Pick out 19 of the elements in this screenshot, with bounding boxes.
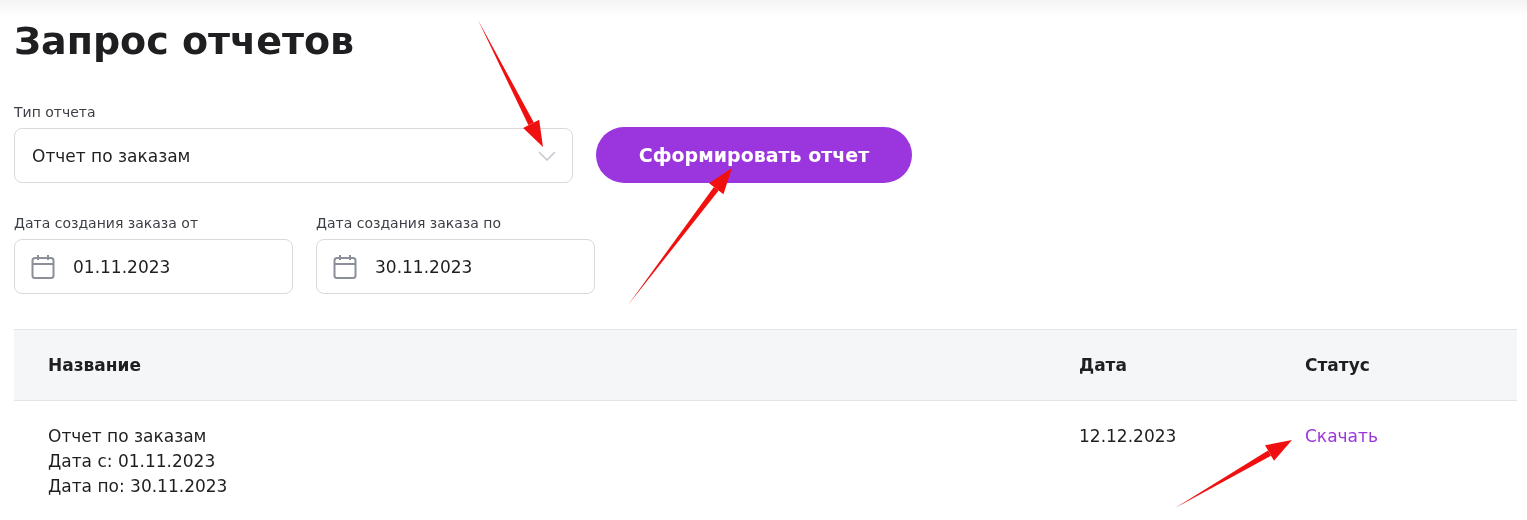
column-header: Статус <box>1305 355 1371 375</box>
calendar-icon <box>31 253 55 280</box>
column-header: Название <box>47 355 142 375</box>
date-field[interactable]: 01.11.2023 <box>14 239 293 294</box>
download-link[interactable]: Скачать <box>1305 426 1378 446</box>
field-label: Дата создания заказа по <box>316 215 503 231</box>
report-name-text: Дата по: 30.11.2023 <box>48 476 229 496</box>
field-label: Тип отчета <box>14 104 97 120</box>
column-header: Дата <box>1079 355 1128 375</box>
report-type-dropdown[interactable]: Отчет по заказам <box>14 128 573 183</box>
chevron-down-icon <box>538 150 556 161</box>
calendar-icon <box>333 253 357 280</box>
report-name-text: Отчет по заказам <box>48 426 208 446</box>
date-field[interactable]: 30.11.2023 <box>316 239 595 294</box>
page-title: Запрос отчетов <box>14 18 356 64</box>
report-date: 12.12.2023 <box>1079 426 1177 446</box>
field-label: Дата создания заказа от <box>14 215 200 231</box>
generate-report-button[interactable]: Сформировать отчет <box>596 127 912 183</box>
report-name-text: Дата с: 01.11.2023 <box>48 451 217 471</box>
